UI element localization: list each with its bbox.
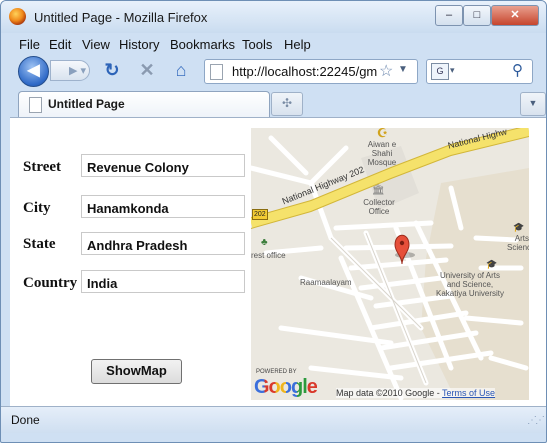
map-label-mosque: Aiwan e Shahi Mosque bbox=[367, 140, 397, 167]
terms-of-use-link[interactable]: Terms of Use bbox=[442, 388, 495, 398]
search-engine-dropdown-icon[interactable]: ▾ bbox=[450, 65, 455, 76]
search-box[interactable]: G ▾ ⚲ bbox=[426, 59, 533, 84]
menu-tools[interactable]: Tools bbox=[242, 37, 272, 52]
forward-arrow-icon: ▶ ▾ bbox=[69, 65, 87, 77]
menu-help[interactable]: Help bbox=[284, 37, 311, 52]
title-bar: Untitled Page - Mozilla Firefox – □ ✕ bbox=[1, 1, 546, 33]
highway-shield: 202 bbox=[252, 209, 268, 220]
city-input[interactable] bbox=[81, 195, 245, 218]
status-text: Done bbox=[11, 413, 40, 427]
city-label: City bbox=[23, 200, 51, 216]
map-label-science: Arts Science bbox=[507, 234, 529, 252]
tab-label: Untitled Page bbox=[48, 97, 125, 111]
show-map-button[interactable]: ShowMap bbox=[91, 359, 182, 384]
page-icon bbox=[210, 64, 223, 80]
close-button[interactable]: ✕ bbox=[491, 5, 539, 26]
firefox-logo-icon bbox=[9, 8, 26, 25]
search-icon[interactable]: ⚲ bbox=[512, 61, 523, 79]
education-icon-2: 🎓 bbox=[486, 259, 498, 269]
tree-icon: ♣ bbox=[261, 237, 268, 248]
map-label-post-office: rest office bbox=[251, 251, 286, 260]
browser-window: Untitled Page - Mozilla Firefox – □ ✕ Fi… bbox=[0, 0, 547, 443]
status-bar: Done ⋰⋰ bbox=[1, 406, 546, 433]
search-engine-icon[interactable]: G bbox=[431, 63, 449, 80]
window-title: Untitled Page - Mozilla Firefox bbox=[34, 10, 208, 25]
country-input[interactable] bbox=[81, 270, 245, 293]
home-icon[interactable]: ⌂ bbox=[170, 60, 192, 80]
menu-file[interactable]: File bbox=[19, 37, 40, 52]
tab-untitled-page[interactable]: Untitled Page bbox=[18, 91, 270, 117]
map-label-collector: Collector Office bbox=[363, 198, 395, 216]
menu-bar: File Edit View History Bookmarks Tools H… bbox=[1, 34, 546, 54]
minimize-button[interactable]: – bbox=[435, 5, 463, 26]
stop-icon[interactable]: ✕ bbox=[137, 60, 157, 80]
country-label: Country bbox=[23, 275, 78, 291]
url-dropdown-icon[interactable]: ▼ bbox=[398, 64, 408, 75]
powered-by-label: POWERED BY bbox=[256, 369, 297, 375]
menu-view[interactable]: View bbox=[82, 37, 110, 52]
street-input[interactable] bbox=[81, 154, 245, 177]
google-logo-text: Google bbox=[254, 376, 318, 398]
plus-icon: ✣ bbox=[281, 96, 293, 110]
attribution-text: Map data ©2010 Google - bbox=[336, 388, 443, 398]
back-arrow-icon: ◀ bbox=[27, 62, 40, 79]
new-tab-button[interactable]: ✣ bbox=[271, 92, 303, 116]
forward-button[interactable]: ▶ ▾ bbox=[50, 60, 90, 81]
url-text[interactable]: http://localhost:22245/gm bbox=[232, 64, 382, 79]
navigation-toolbar: ▶ ▾ ◀ ↻ ✕ ⌂ http://localhost:22245/gm ☆ … bbox=[1, 55, 546, 87]
resize-grip-icon[interactable]: ⋰⋰ bbox=[527, 415, 545, 426]
chevron-down-icon: ▼ bbox=[528, 98, 538, 108]
map-label-ramaalayam: Raamaalayam bbox=[300, 278, 352, 287]
map-attribution: Map data ©2010 Google - Terms of Use bbox=[336, 388, 496, 398]
menu-edit[interactable]: Edit bbox=[49, 37, 71, 52]
list-all-tabs-button[interactable]: ▼ bbox=[520, 92, 546, 116]
menu-history[interactable]: History bbox=[119, 37, 159, 52]
maximize-button[interactable]: □ bbox=[463, 5, 491, 26]
page-content: Street City State Country ShowMap bbox=[10, 117, 546, 407]
government-building-icon: 🏛 bbox=[372, 185, 385, 196]
menu-bookmarks[interactable]: Bookmarks bbox=[170, 37, 235, 52]
bookmark-star-icon[interactable]: ☆ bbox=[379, 61, 393, 81]
mosque-icon: ☪ bbox=[377, 128, 388, 140]
state-input[interactable] bbox=[81, 232, 245, 255]
address-bar[interactable]: http://localhost:22245/gm ☆ ▼ bbox=[204, 59, 418, 84]
map-label-university: University of Arts and Science, Kakatiya… bbox=[435, 271, 505, 298]
reload-icon[interactable]: ↻ bbox=[102, 60, 122, 80]
google-logo[interactable]: Google bbox=[254, 376, 318, 399]
education-icon: 🎓 bbox=[513, 222, 525, 232]
back-button[interactable]: ◀ bbox=[18, 56, 49, 87]
street-label: Street bbox=[23, 159, 62, 175]
tab-strip: Untitled Page ✣ ▼ bbox=[1, 88, 546, 117]
page-icon bbox=[29, 97, 42, 113]
state-label: State bbox=[23, 236, 56, 252]
google-map[interactable]: ☪ Aiwan e Shahi Mosque National Highway … bbox=[251, 128, 529, 400]
